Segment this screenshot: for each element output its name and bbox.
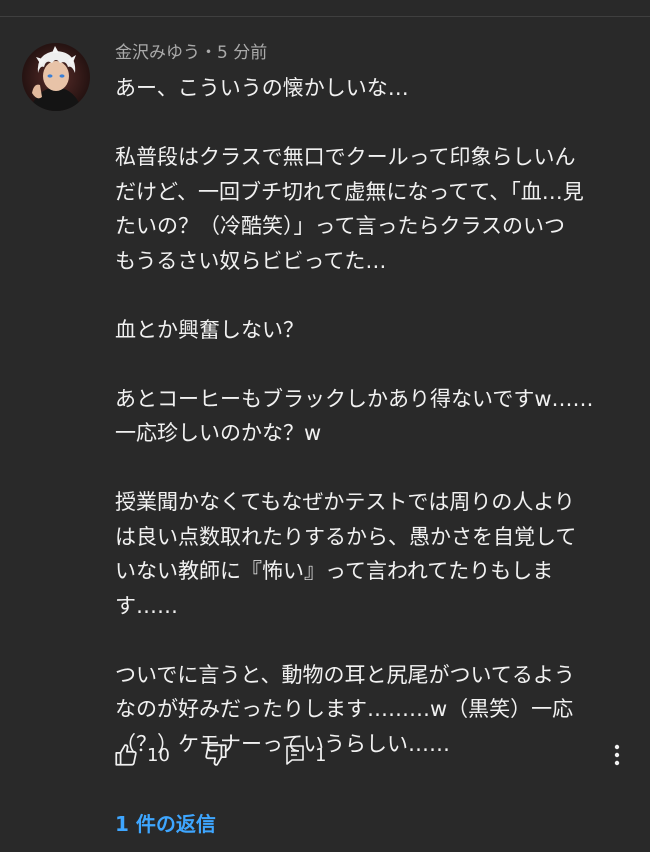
avatar[interactable] xyxy=(22,43,90,111)
comment-line: 一応珍しいのかな？w xyxy=(115,421,322,445)
comment-text: あー、こういうの懐かしいな… 私普段はクラスで無口でクールって印象らしいん だけ… xyxy=(115,71,620,761)
comment-line: いない教師に『怖い』って言われてたりもしま xyxy=(115,559,554,583)
comment-line: 血とか興奮しない？ xyxy=(115,317,304,342)
comment-line-blank xyxy=(115,106,620,141)
like-button[interactable]: 10 xyxy=(113,738,170,772)
more-options-button[interactable] xyxy=(607,738,627,772)
comment-line: あー、こういうの懐かしいな… xyxy=(115,76,409,100)
view-replies-link[interactable]: 1 件の返信 xyxy=(115,810,216,838)
comment-line: ついでに言うと、動物の耳と尻尾がついてるよう xyxy=(115,662,575,687)
comment-line: す…… xyxy=(115,593,178,618)
comment-line: 授業聞かなくてもなぜかテストでは周りの人より xyxy=(115,490,575,514)
comment-line: 私普段はクラスで無口でクールって印象らしいん xyxy=(115,145,576,169)
comment-line-blank xyxy=(115,623,620,658)
like-count: 10 xyxy=(147,744,170,766)
meta-separator: ・ xyxy=(200,43,217,63)
comment-line-blank xyxy=(115,451,620,486)
comment-line: だけど、一回ブチ切れて虚無になってて、「血…見 xyxy=(115,179,584,204)
more-vert-icon xyxy=(614,744,620,766)
author-name[interactable]: 金沢みゆう xyxy=(115,43,200,63)
comment-line: あとコーヒーもブラックしかあり得ないですw…… xyxy=(115,386,594,411)
thumbs-down-icon xyxy=(205,744,227,766)
comment-line: は良い点数取れたりするから、愚かさを自覚して xyxy=(115,524,577,549)
comment-line: もうるさい奴らビビってた… xyxy=(115,248,387,273)
comment-action-bar: 10 1 xyxy=(113,738,633,772)
comment-icon xyxy=(286,745,304,765)
avatar-image xyxy=(22,43,90,111)
reply-count: 1 xyxy=(315,744,327,766)
comment-header: 金沢みゆう・5 分前 xyxy=(115,41,267,65)
top-divider xyxy=(0,16,650,17)
comment-line: たいの？（冷酷笑）」って言ったらクラスのいつ xyxy=(115,214,566,238)
comment-line-blank xyxy=(115,347,620,382)
dislike-button[interactable] xyxy=(203,738,229,772)
reply-button[interactable]: 1 xyxy=(283,738,326,772)
thumbs-up-icon xyxy=(115,744,137,766)
comment-line-blank xyxy=(115,278,620,313)
comment-timestamp[interactable]: 5 分前 xyxy=(217,43,267,63)
comment-line: なのが好みだったりします………w（黒笑）一応 xyxy=(115,697,574,721)
